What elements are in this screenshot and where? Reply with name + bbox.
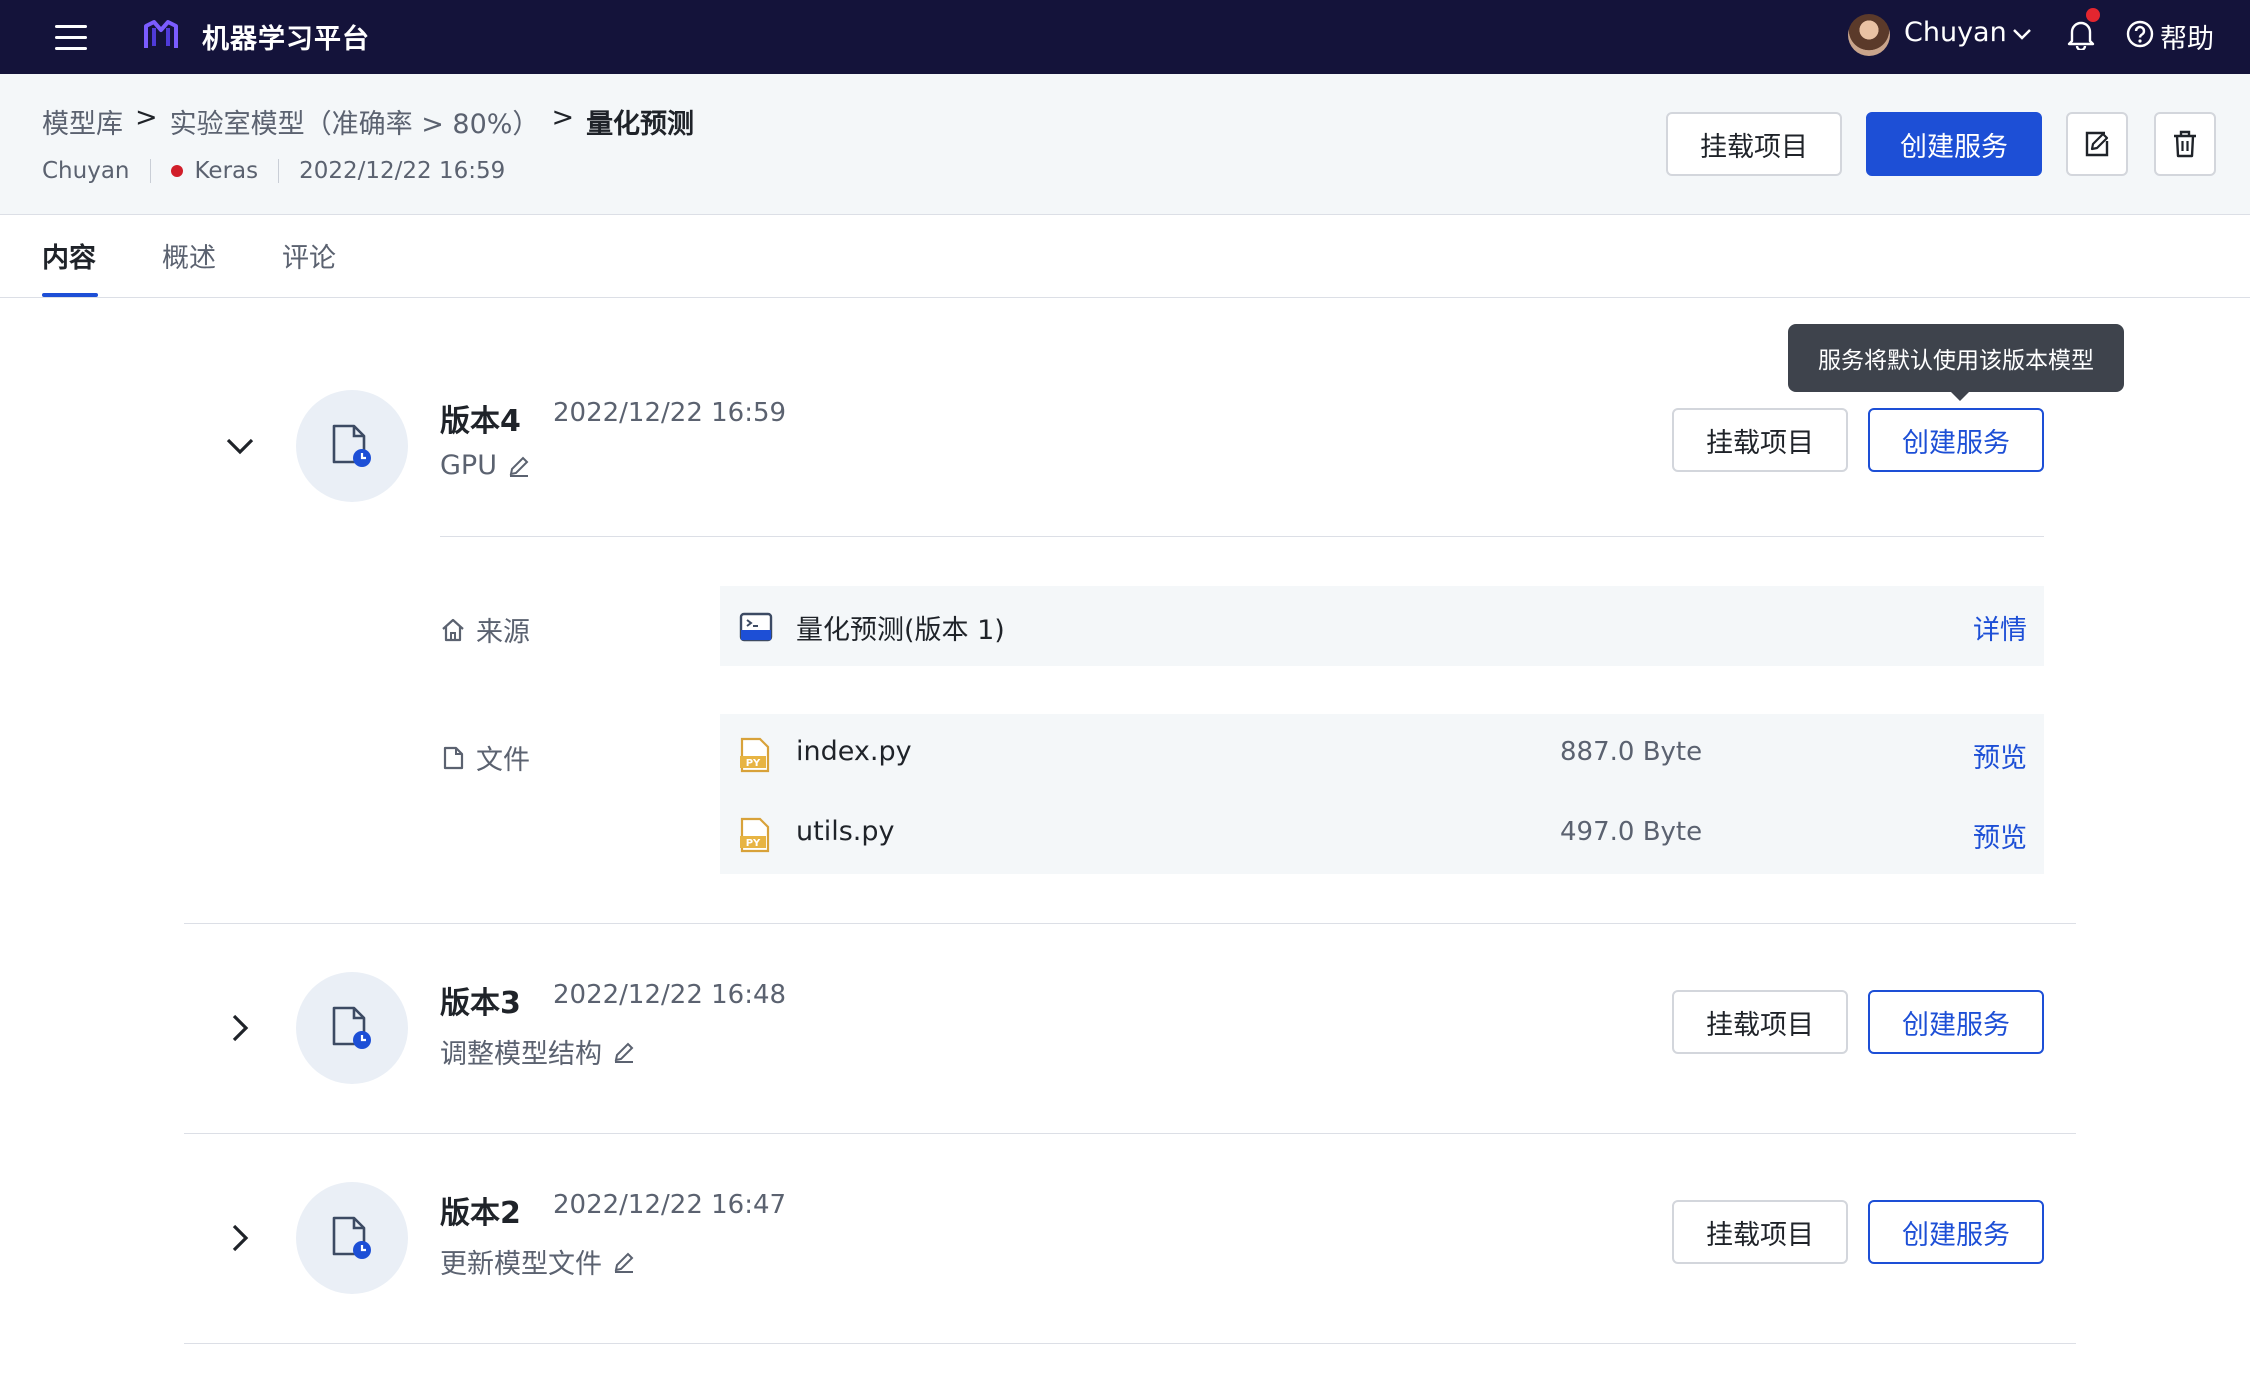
breadcrumb-separator: >	[135, 102, 158, 133]
pencil-icon[interactable]	[612, 1250, 636, 1274]
svg-text:PY: PY	[746, 838, 761, 849]
files-label-text: 文件	[476, 745, 530, 776]
model-file-clock-icon	[332, 424, 371, 467]
version-description-text: 调整模型结构	[440, 1039, 602, 1070]
help-circle-icon[interactable]	[2125, 19, 2155, 49]
file-name[interactable]: index.py	[796, 736, 912, 767]
home-icon	[442, 618, 464, 641]
avatar[interactable]	[1848, 14, 1890, 56]
pencil-icon[interactable]	[612, 1040, 636, 1064]
model-framework: Keras	[194, 158, 259, 184]
source-label-text: 来源	[476, 617, 530, 648]
pencil-icon[interactable]	[507, 454, 531, 478]
create-service-button[interactable]: 创建服务	[1868, 1200, 2044, 1264]
file-name[interactable]: utils.py	[796, 816, 894, 847]
divider	[184, 1133, 2076, 1134]
create-service-button[interactable]: 创建服务	[1868, 408, 2044, 472]
model-file-clock-icon	[332, 1006, 371, 1049]
breadcrumb: 模型库 > 实验室模型（准确率 > 80%） > 量化预测	[42, 102, 694, 141]
divider	[184, 923, 2076, 924]
file-preview-link[interactable]: 预览	[1973, 736, 2027, 775]
source-label: 来源	[440, 610, 530, 649]
tab-overview[interactable]: 概述	[162, 236, 216, 275]
page-header: 模型库 > 实验室模型（准确率 > 80%） > 量化预测 Chuyan Ker…	[0, 74, 2250, 215]
version-description-text: GPU	[440, 450, 497, 481]
files-label: 文件	[440, 738, 530, 777]
notification-badge	[2086, 8, 2100, 22]
model-meta: Chuyan Keras 2022/12/22 16:59	[42, 158, 505, 184]
help-link[interactable]: 帮助	[2160, 17, 2214, 56]
version-description: GPU	[440, 450, 531, 481]
files-panel	[720, 714, 2044, 874]
version-title: 版本4	[440, 404, 521, 439]
logo-icon[interactable]	[140, 14, 182, 56]
chevron-down-icon[interactable]	[222, 428, 258, 464]
top-navbar: 机器学习平台 Chuyan 帮助	[0, 0, 2250, 74]
model-owner: Chuyan	[42, 158, 130, 184]
divider	[440, 536, 2044, 537]
framework-status-dot	[170, 165, 183, 177]
version-title: 版本2	[440, 1196, 521, 1231]
file-size: 887.0 Byte	[1560, 737, 1703, 767]
trash-icon	[2174, 130, 2196, 158]
breadcrumb-item-model-library[interactable]: 模型库	[42, 102, 123, 141]
version-icon-badge	[296, 972, 408, 1084]
tooltip: 服务将默认使用该版本模型	[1788, 324, 2124, 392]
version-icon-badge	[296, 390, 408, 502]
menu-icon[interactable]	[55, 21, 87, 53]
meta-divider	[149, 159, 151, 183]
version-time: 2022/12/22 16:59	[553, 398, 787, 428]
breadcrumb-item-lab-models[interactable]: 实验室模型（准确率 > 80%）	[170, 102, 540, 141]
file-preview-link[interactable]: 预览	[1973, 816, 2027, 855]
source-detail-link[interactable]: 详情	[1973, 608, 2027, 647]
mount-project-button[interactable]: 挂载项目	[1672, 1200, 1848, 1264]
edit-button[interactable]	[2066, 112, 2128, 176]
tab-content[interactable]: 内容	[42, 236, 96, 275]
header-create-service-button[interactable]: 创建服务	[1866, 112, 2042, 176]
version-time: 2022/12/22 16:47	[553, 1190, 787, 1220]
tab-bar: 内容 概述 评论	[0, 216, 2250, 298]
file-icon	[443, 746, 464, 769]
chevron-down-icon[interactable]	[2010, 22, 2034, 46]
file-size: 497.0 Byte	[1560, 817, 1703, 847]
tab-active-indicator	[42, 293, 98, 297]
chevron-right-icon[interactable]	[222, 1010, 258, 1046]
svg-text:PY: PY	[746, 758, 761, 769]
tab-comments[interactable]: 评论	[282, 236, 336, 275]
chevron-right-icon[interactable]	[222, 1220, 258, 1256]
meta-divider	[278, 159, 280, 183]
version-icon-badge	[296, 1182, 408, 1294]
python-file-icon: PY	[740, 737, 770, 773]
version-description-text: 更新模型文件	[440, 1249, 602, 1280]
bell-icon[interactable]	[2066, 18, 2096, 50]
breadcrumb-item-current: 量化预测	[586, 109, 695, 140]
model-file-clock-icon	[332, 1216, 371, 1259]
delete-button[interactable]	[2154, 112, 2216, 176]
edit-icon	[2085, 131, 2109, 157]
version-title: 版本3	[440, 986, 521, 1021]
tooltip-arrow	[1950, 391, 1970, 401]
python-file-icon: PY	[740, 817, 770, 853]
version-description: 调整模型结构	[440, 1032, 636, 1071]
mount-project-button[interactable]: 挂载项目	[1672, 408, 1848, 472]
user-name[interactable]: Chuyan	[1904, 17, 2007, 48]
model-created-time: 2022/12/22 16:59	[299, 158, 506, 184]
source-name: 量化预测(版本 1)	[796, 615, 1005, 646]
terminal-window-icon	[739, 612, 773, 642]
version-time: 2022/12/22 16:48	[553, 980, 787, 1010]
mount-project-button[interactable]: 挂载项目	[1672, 990, 1848, 1054]
app-title: 机器学习平台	[202, 24, 370, 55]
version-description: 更新模型文件	[440, 1242, 636, 1281]
create-service-button[interactable]: 创建服务	[1868, 990, 2044, 1054]
divider	[184, 1343, 2076, 1344]
header-mount-project-button[interactable]: 挂载项目	[1666, 112, 1842, 176]
breadcrumb-separator: >	[551, 102, 575, 133]
